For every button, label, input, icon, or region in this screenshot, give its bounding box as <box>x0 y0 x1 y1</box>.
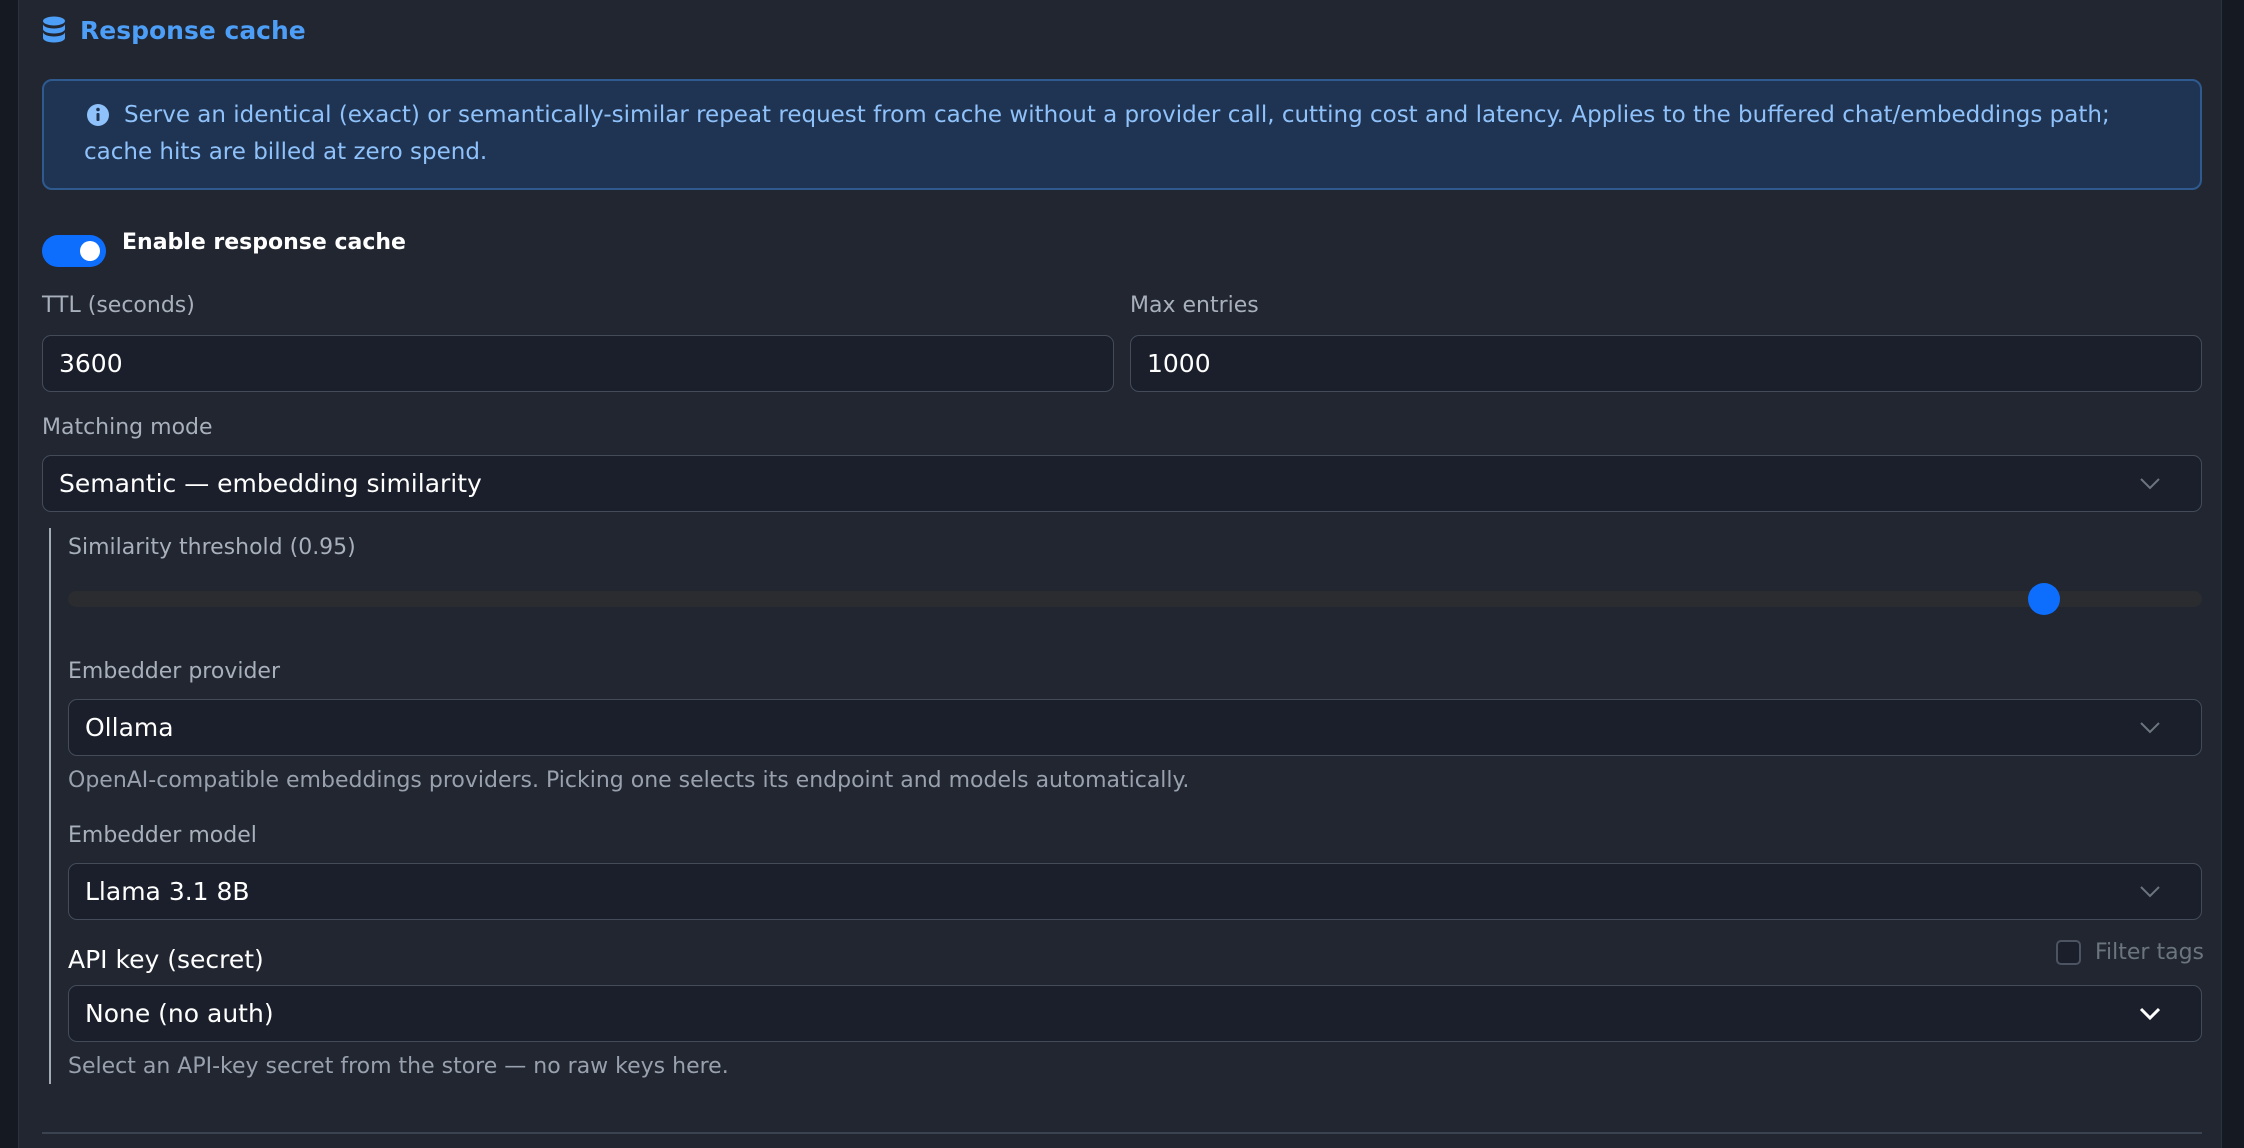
embedder-model-value: Llama 3.1 8B <box>85 877 250 906</box>
enable-cache-toggle[interactable] <box>42 235 106 267</box>
similarity-label: Similarity threshold (0.95) <box>68 535 356 560</box>
embedder-model-label: Embedder model <box>68 823 257 848</box>
chevron-down-icon <box>2140 885 2160 897</box>
embedder-provider-select[interactable]: Ollama <box>68 699 2202 756</box>
ttl-value: 3600 <box>59 349 123 378</box>
embedder-provider-label: Embedder provider <box>68 659 280 684</box>
filter-tags-control[interactable]: Filter tags <box>2055 940 2204 965</box>
toggle-knob <box>80 241 100 261</box>
max-entries-label: Max entries <box>1130 293 1259 318</box>
embedder-provider-value: Ollama <box>85 713 174 742</box>
chevron-down-icon <box>2139 1007 2161 1020</box>
chevron-down-icon <box>2140 477 2160 489</box>
ttl-input[interactable]: 3600 <box>42 335 1114 392</box>
filter-tags-checkbox[interactable] <box>2055 940 2081 965</box>
embedder-provider-help: OpenAI-compatible embeddings providers. … <box>68 768 1190 793</box>
similarity-slider-track[interactable] <box>68 591 2202 607</box>
info-circle-icon <box>87 104 109 126</box>
api-key-help: Select an API-key secret from the store … <box>68 1054 729 1079</box>
section-title: Response cache <box>42 10 306 50</box>
filter-tags-label: Filter tags <box>2094 940 2204 965</box>
embedder-model-select[interactable]: Llama 3.1 8B <box>68 863 2202 920</box>
similarity-slider-thumb[interactable] <box>2027 583 2060 615</box>
ttl-label: TTL (seconds) <box>42 293 195 318</box>
api-key-label: API key (secret) <box>68 945 264 974</box>
api-key-select[interactable]: None (no auth) <box>68 985 2202 1042</box>
api-key-value: None (no auth) <box>85 999 274 1028</box>
section-title-text: Response cache <box>80 15 306 45</box>
enable-cache-label: Enable response cache <box>122 230 406 255</box>
matching-mode-value: Semantic — embedding similarity <box>59 469 482 498</box>
info-alert: Serve an identical (exact) or semantical… <box>42 79 2202 190</box>
matching-mode-label: Matching mode <box>42 415 213 440</box>
semantic-options-bar <box>49 528 51 1084</box>
max-entries-input[interactable]: 1000 <box>1130 335 2202 392</box>
section-divider <box>42 1132 2202 1134</box>
matching-mode-select[interactable]: Semantic — embedding similarity <box>42 455 2202 512</box>
database-icon <box>43 16 65 43</box>
alert-text: Serve an identical (exact) or semantical… <box>84 102 2110 165</box>
max-entries-value: 1000 <box>1147 349 1211 378</box>
chevron-down-icon <box>2140 721 2160 733</box>
